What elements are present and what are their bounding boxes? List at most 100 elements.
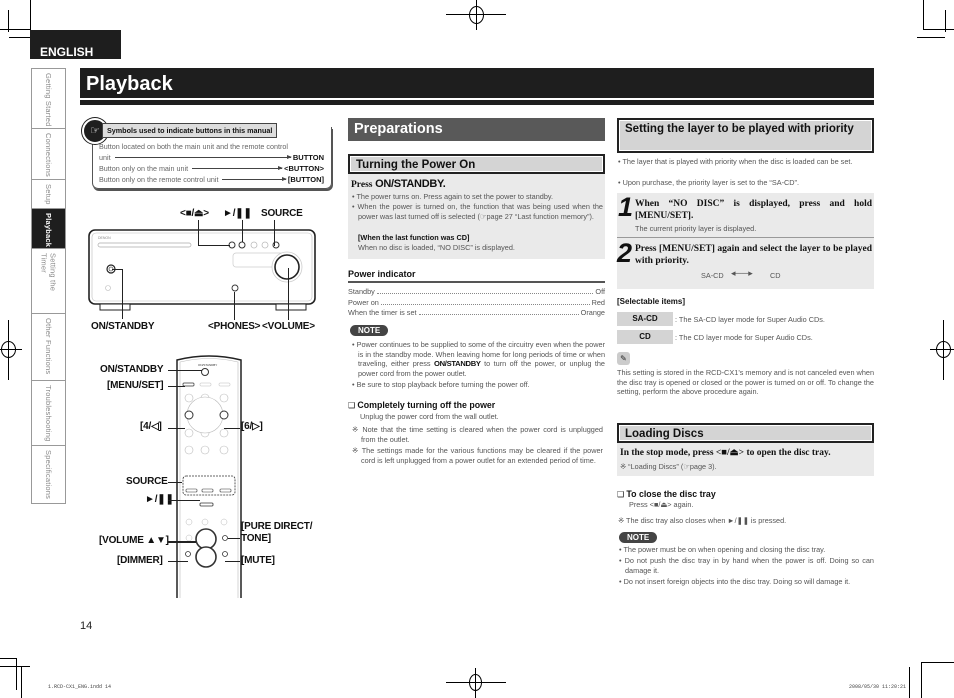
arrow-icon — [114, 155, 293, 159]
callout-volume: <VOLUME> — [262, 321, 315, 332]
layer-priority-bullet: Upon purchase, the priority layer is set… — [618, 178, 874, 188]
selectable-items-heading: [Selectable items] — [617, 297, 686, 306]
remote-play-pause-button[interactable] — [199, 502, 214, 507]
selectable-item-label: CD — [617, 330, 673, 344]
crop-mark — [924, 29, 954, 30]
crop-mark — [923, 0, 924, 30]
remote-right-button[interactable] — [219, 410, 229, 420]
indicator-color: Off — [595, 287, 605, 296]
indicator-state: Power on — [348, 298, 379, 307]
legend-row-text: Button only on the remote control unit — [99, 175, 219, 184]
remote-volume-down[interactable] — [195, 546, 217, 568]
symbols-legend-title: Symbols used to indicate buttons in this… — [102, 123, 278, 138]
legend-row-text: Button only on the main unit — [99, 164, 189, 173]
leader-line — [168, 482, 182, 483]
callout-source: SOURCE — [261, 208, 303, 219]
loading-discs-heading: Loading Discs — [617, 423, 874, 443]
close-tray-note: The disc tray also closes when ►/❚❚ is p… — [618, 516, 786, 526]
layer-priority-heading: Setting the layer to be played with prio… — [617, 118, 874, 153]
selectable-item-desc: : The SA-CD layer mode for Super Audio C… — [675, 315, 825, 324]
press-prefix: Press — [351, 180, 373, 190]
remote-dimmer-button[interactable] — [185, 551, 191, 557]
registration-mark — [936, 341, 951, 358]
panel-button[interactable] — [250, 241, 258, 249]
sidenav-item-playback[interactable]: Playback — [32, 209, 65, 249]
sidenav-label: Specifications — [44, 450, 53, 500]
play-pause-button[interactable] — [238, 241, 246, 249]
power-indicator-row: When the timer is set Orange — [348, 308, 605, 317]
note-badge: NOTE — [619, 532, 658, 543]
sidenav-item-other-functions[interactable]: Other Functions — [32, 314, 65, 381]
sidenav-label: Setting the Timer — [39, 253, 58, 292]
leader-line — [168, 428, 185, 429]
sidenav-item-specifications[interactable]: Specifications — [32, 446, 65, 503]
step-detail: The current priority layer is displayed. — [635, 224, 757, 233]
legend-row: unit BUTTON — [99, 153, 324, 162]
remote-on-standby-button[interactable] — [201, 368, 209, 376]
selectable-item-desc: : The CD layer mode for Super Audio CDs. — [675, 333, 813, 342]
phones-jack[interactable] — [231, 284, 239, 292]
callout-remote-left: [4/◁] — [140, 421, 162, 432]
legend-row-text: Button located on both the main unit and… — [99, 142, 288, 151]
page-title: Playback — [80, 68, 874, 98]
completely-off-note: The settings made for the various functi… — [352, 446, 603, 465]
footer-file: 1.RCD-CX1_ENG.indd 14 — [48, 684, 112, 690]
sidenav-item-connections[interactable]: Connections — [32, 129, 65, 180]
crop-mark — [21, 667, 22, 698]
remote-pure-direct-button[interactable] — [222, 535, 228, 541]
on-standby-label: ON/STANDBY. — [375, 178, 446, 190]
crop-mark — [16, 658, 17, 690]
remote-volume-up[interactable] — [195, 528, 217, 550]
leader-line — [168, 500, 200, 501]
sidenav-item-troubleshooting[interactable]: Troubleshooting — [32, 381, 65, 446]
divider — [617, 237, 874, 238]
leader-line — [288, 268, 289, 320]
legend-symbol: <BUTTON> — [284, 164, 324, 173]
selectable-item-label: SA-CD — [617, 312, 673, 326]
callout-remote-dimmer: [DIMMER] — [117, 555, 163, 566]
bidirectional-arrow-icon: ◂──▸ — [731, 268, 753, 278]
last-function-label: [When the last function was CD] — [358, 233, 470, 242]
language-tab: ENGLISH — [30, 30, 121, 59]
cycle-cd: CD — [770, 271, 781, 280]
sidenav-item-setup[interactable]: Setup — [32, 180, 65, 209]
leader-line — [168, 561, 188, 562]
power-on-bullet: When the power is turned on, the functio… — [352, 202, 604, 221]
completely-off-heading: Completely turning off the power — [348, 400, 495, 410]
crop-mark — [917, 37, 945, 38]
loading-instruction: In the stop mode, press <■/⏏> to open th… — [620, 448, 831, 458]
remote-left-button[interactable] — [184, 410, 194, 420]
panel-button[interactable] — [261, 241, 269, 249]
loading-note-bullet: The power must be on when opening and cl… — [619, 545, 874, 555]
completely-off-text: Unplug the power cord from the wall outl… — [360, 412, 499, 421]
remote-mute-button[interactable] — [222, 551, 228, 557]
close-tray-heading: To close the disc tray — [617, 489, 715, 499]
crop-mark — [0, 29, 30, 30]
callout-remote-mute: [MUTE] — [241, 555, 275, 566]
step-number: 2 — [617, 238, 633, 268]
callout-stop-eject: <■/⏏> — [180, 208, 209, 219]
callout-phones: <PHONES> — [208, 321, 261, 332]
last-function-text: When no disc is loaded, “NO DISC” is dis… — [358, 243, 515, 252]
power-on-bullet: The power turns on. Press again to set t… — [352, 192, 602, 202]
sidenav-label: Troubleshooting — [44, 385, 53, 442]
arrow-icon — [192, 166, 284, 170]
callout-on-standby: ON/STANDBY — [91, 321, 155, 332]
step-title: Press [MENU/SET] again and select the la… — [635, 244, 872, 266]
legend-symbol: BUTTON — [292, 153, 324, 162]
sidenav-label: Other Functions — [44, 318, 53, 375]
volume-knob[interactable] — [274, 254, 300, 280]
sidenav-label: Getting Started — [44, 73, 53, 127]
sidenav-item-setting-timer[interactable]: Setting the Timer — [32, 249, 65, 314]
indicator-color: Orange — [580, 308, 605, 317]
press-on-standby: Press ON/STANDBY. — [351, 178, 446, 190]
leader-line — [274, 220, 275, 246]
cycle-sa-cd: SA-CD — [701, 271, 724, 280]
sidenav-item-getting-started[interactable]: Getting Started — [32, 69, 65, 129]
crop-mark — [921, 662, 922, 698]
power-indicator-row: Standby Off — [348, 287, 605, 296]
leader-line — [112, 269, 122, 270]
note-bullet: Be sure to stop playback before turning … — [352, 380, 605, 390]
step-number: 1 — [618, 192, 634, 222]
legend-symbol: [BUTTON] — [287, 175, 324, 184]
